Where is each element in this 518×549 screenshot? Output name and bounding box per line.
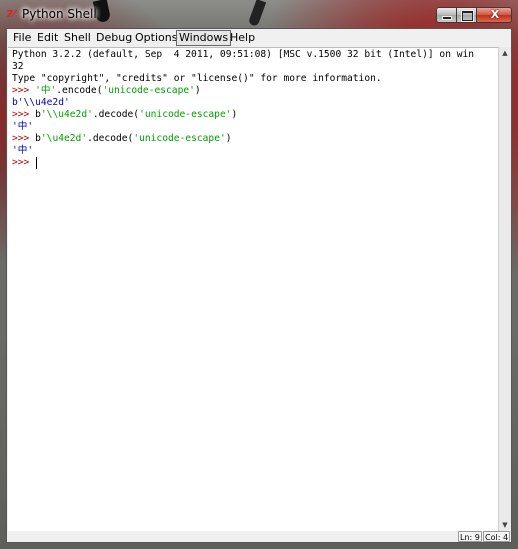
code-text: .decode( xyxy=(92,109,140,120)
string-literal: 'unicode-escape' xyxy=(133,133,226,144)
menu-shell[interactable]: Shell xyxy=(64,31,91,45)
text-cursor xyxy=(36,157,37,169)
code-text: ) xyxy=(231,109,238,120)
string-literal: '\u4e2d' xyxy=(40,133,88,144)
string-literal: '中' xyxy=(35,85,57,96)
prompt: >>> xyxy=(12,109,36,120)
menu-edit[interactable]: Edit xyxy=(37,31,58,45)
code-text: ) xyxy=(225,133,232,144)
input-line: >>> b'\u4e2d'.decode('unicode-escape') xyxy=(12,132,232,145)
prompt: >>> xyxy=(12,85,36,96)
code-text: .encode( xyxy=(56,85,103,96)
string-literal: 'unicode-escape' xyxy=(139,109,232,120)
triangle-down-icon[interactable]: ▼ xyxy=(499,519,511,531)
line-indicator: Ln: 9 xyxy=(458,531,482,542)
string-literal: '\\u4e2d' xyxy=(40,109,93,120)
python-app-icon[interactable]: 7⁄ xyxy=(6,9,20,21)
title-bar[interactable]: 7⁄ Python Shell X xyxy=(0,0,518,28)
prompt: >>> xyxy=(12,157,36,168)
maximize-icon xyxy=(462,11,473,21)
triangle-up-icon[interactable]: ▲ xyxy=(499,47,511,59)
menu-help[interactable]: Help xyxy=(230,31,255,45)
menu-options[interactable]: Options xyxy=(135,31,177,45)
input-line: >>> b'\\u4e2d'.decode('unicode-escape') xyxy=(12,108,237,121)
banner-line: Python 3.2.2 (default, Sep 4 2011, 09:51… xyxy=(12,49,475,60)
maximize-button[interactable] xyxy=(456,7,477,23)
column-indicator: Col: 4 xyxy=(483,531,511,542)
prompt: >>> xyxy=(12,133,36,144)
window-frame: File Edit Shell Debug Options Windows He… xyxy=(6,28,512,543)
shell-text-area[interactable]: Python 3.2.2 (default, Sep 4 2011, 09:51… xyxy=(8,47,498,531)
status-bar: Ln: 9 Col: 4 xyxy=(7,531,511,542)
menu-debug[interactable]: Debug xyxy=(96,31,132,45)
code-text: ) xyxy=(194,85,201,96)
code-text: .decode( xyxy=(87,133,134,144)
vertical-scrollbar[interactable]: ▲ ▼ xyxy=(498,47,511,531)
close-button[interactable]: X xyxy=(476,7,512,23)
minimize-button[interactable] xyxy=(436,7,457,23)
menu-file[interactable]: File xyxy=(13,31,31,45)
window-title: Python Shell xyxy=(22,7,97,21)
menu-windows[interactable]: Windows xyxy=(176,30,232,46)
menu-bar: File Edit Shell Debug Options Windows He… xyxy=(7,29,511,47)
minimize-icon xyxy=(443,17,451,19)
input-line: >>> xyxy=(12,156,35,169)
close-icon: X xyxy=(490,8,500,21)
string-literal: 'unicode-escape' xyxy=(102,85,195,96)
